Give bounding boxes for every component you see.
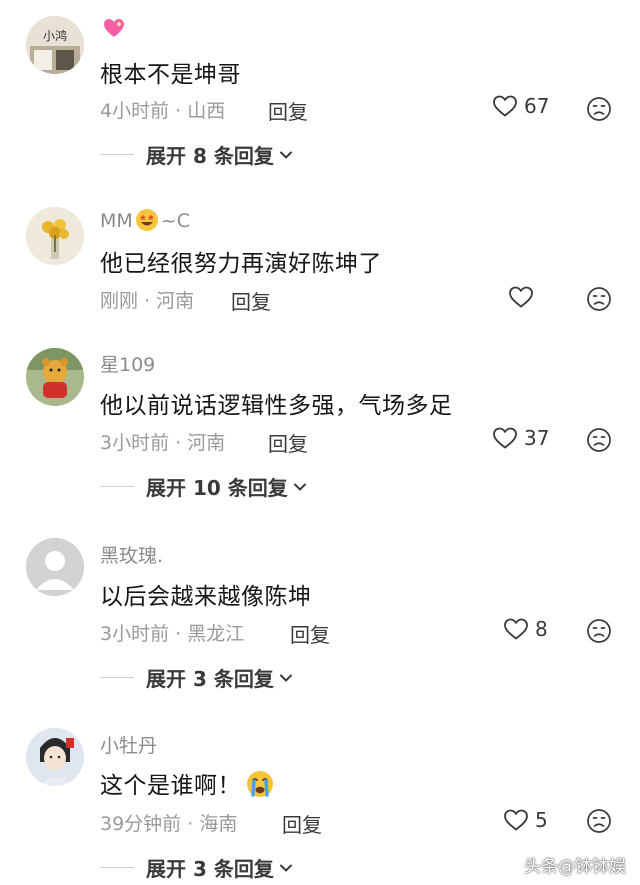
divider: [100, 677, 134, 678]
comment-meta: 3小时前 · 黑龙江: [100, 619, 244, 646]
chevron-down-icon: [279, 864, 292, 872]
comment-time: 刚刚: [100, 290, 139, 312]
comment-time: 39分钟前: [100, 813, 182, 835]
meta-separator: ·: [175, 623, 182, 645]
divider: [100, 486, 134, 487]
meta-separator: ·: [175, 100, 182, 122]
expand-replies-button[interactable]: 展开 3 条回复: [100, 663, 294, 692]
watermark: 头条@钵钵娱: [524, 857, 626, 877]
comment-text-content: 这个是谁啊！: [100, 773, 241, 799]
reply-button[interactable]: 回复: [268, 96, 308, 125]
comment-location: 海南: [199, 813, 238, 835]
expand-replies-button[interactable]: 展开 3 条回复: [100, 853, 294, 882]
username[interactable]: 黑玫瑰.: [100, 541, 163, 568]
comment-location: 河南: [156, 290, 195, 312]
avatar[interactable]: [26, 728, 84, 786]
avatar[interactable]: 小鸿: [26, 16, 84, 74]
comment-text: 根本不是坤哥: [100, 62, 241, 88]
like-count: 37: [524, 426, 550, 450]
like-count: 5: [535, 808, 548, 832]
avatar[interactable]: [26, 348, 84, 406]
comment-time: 4小时前: [100, 100, 170, 122]
expand-replies-button[interactable]: 展开 10 条回复: [100, 472, 308, 501]
comment-time: 3小时前: [100, 432, 170, 454]
reply-button[interactable]: 回复: [290, 619, 330, 648]
username-prefix: MM: [100, 210, 133, 232]
like-button[interactable]: 67: [492, 94, 549, 118]
heart-icon: [504, 809, 528, 831]
divider: [100, 154, 134, 155]
heart-icon: [509, 286, 533, 308]
comment-meta: 3小时前 · 河南: [100, 428, 225, 455]
comment-text: 他已经很努力再演好陈坤了: [100, 251, 382, 277]
heart-icon: [493, 95, 517, 117]
expand-replies-label: 展开 3 条回复: [146, 667, 274, 691]
comment-location: 河南: [187, 432, 226, 454]
reply-button[interactable]: 回复: [268, 428, 308, 457]
heart-icon: [493, 427, 517, 449]
avatar[interactable]: [26, 538, 84, 596]
reply-button[interactable]: 回复: [282, 809, 322, 838]
dislike-face-icon[interactable]: [586, 96, 612, 122]
comment-text: 这个是谁啊！: [100, 766, 275, 800]
dislike-face-icon[interactable]: [586, 286, 612, 312]
chevron-down-icon: [279, 151, 292, 159]
username-suffix: ~C: [160, 210, 190, 232]
dislike-face-icon[interactable]: [586, 618, 612, 644]
comment-location: 山西: [187, 100, 226, 122]
like-button[interactable]: 8: [503, 617, 548, 641]
comment-meta: 刚刚 · 河南: [100, 286, 194, 313]
comment-location: 黑龙江: [187, 623, 245, 645]
like-count: 67: [524, 94, 550, 118]
expand-replies-label: 展开 3 条回复: [146, 857, 274, 881]
expand-replies-button[interactable]: 展开 8 条回复: [100, 140, 294, 169]
meta-separator: ·: [175, 432, 182, 454]
like-button[interactable]: 37: [492, 426, 549, 450]
chevron-down-icon: [279, 674, 292, 682]
crying-face-icon: [247, 771, 273, 797]
like-button[interactable]: 5: [503, 808, 548, 832]
avatar[interactable]: [26, 207, 84, 265]
expand-replies-label: 展开 10 条回复: [146, 476, 288, 500]
reply-button[interactable]: 回复: [231, 286, 271, 315]
like-count: 8: [535, 617, 548, 641]
like-button[interactable]: [508, 285, 540, 309]
dislike-face-icon[interactable]: [586, 808, 612, 834]
divider: [100, 867, 134, 868]
star-struck-face-icon: [135, 209, 158, 231]
username[interactable]: MM ~C: [100, 208, 190, 232]
comment-text: 以后会越来越像陈坤: [100, 584, 312, 610]
dislike-face-icon[interactable]: [586, 427, 612, 453]
expand-replies-label: 展开 8 条回复: [146, 144, 274, 168]
heart-icon: [504, 618, 528, 640]
comment-text: 他以前说话逻辑性多强，气场多足: [100, 393, 453, 419]
username[interactable]: [100, 16, 128, 40]
sparkling-heart-icon: [104, 19, 124, 37]
comment-meta: 4小时前 · 山西: [100, 96, 225, 123]
svg-text:小鸿: 小鸿: [43, 29, 67, 43]
meta-separator: ·: [187, 813, 194, 835]
comment-meta: 39分钟前 · 海南: [100, 809, 237, 836]
comment-time: 3小时前: [100, 623, 170, 645]
meta-separator: ·: [144, 290, 151, 312]
username[interactable]: 小牡丹: [100, 731, 157, 758]
chevron-down-icon: [293, 483, 306, 491]
default-avatar-icon: [26, 538, 84, 596]
username[interactable]: 星109: [100, 350, 155, 377]
